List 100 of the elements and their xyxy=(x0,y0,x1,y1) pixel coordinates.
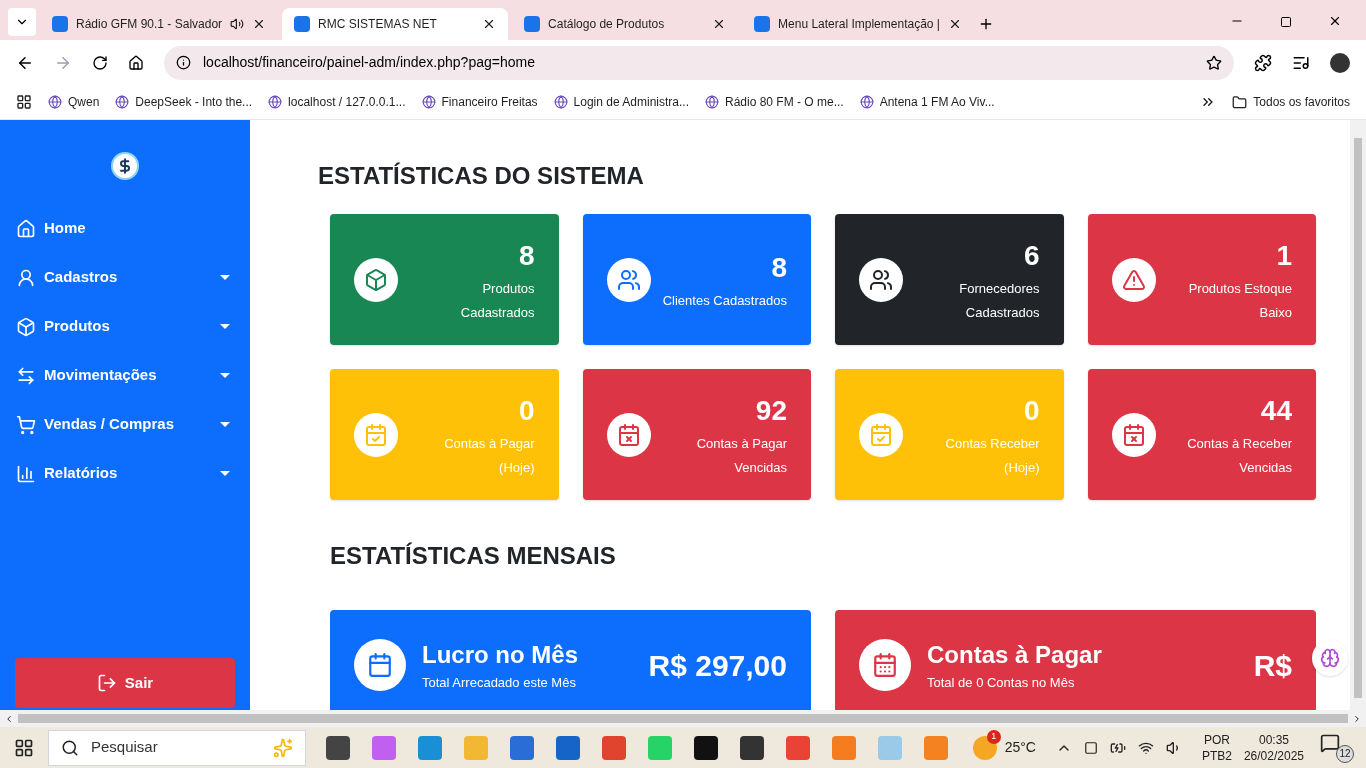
stat-value: 0 xyxy=(518,393,535,428)
sidebar-item[interactable]: Vendas / Compras xyxy=(0,400,250,449)
speaker-icon[interactable] xyxy=(230,17,245,31)
summary-title: Lucro no Mês xyxy=(422,640,579,671)
globe-icon xyxy=(859,95,874,109)
summary-subtitle: Total Arrecadado este Mês xyxy=(422,674,577,693)
tab-title: Rádio GFM 90.1 - Salvador xyxy=(76,16,223,33)
notification-count: 12 xyxy=(1336,744,1354,763)
apps-icon[interactable] xyxy=(16,94,32,110)
horizontal-scrollbar[interactable] xyxy=(0,710,1366,727)
temperature: 25°C xyxy=(1004,738,1036,757)
arrows-icon xyxy=(16,365,36,386)
summary-value: R$ 297,00 xyxy=(648,647,787,684)
sidebar-item[interactable]: Movimentações xyxy=(0,351,250,400)
clock-date[interactable]: 26/02/2025 xyxy=(1243,747,1304,764)
globe-icon xyxy=(705,95,719,109)
stat-label: Contas à Receber Vencidas xyxy=(1186,434,1292,477)
language-text[interactable]: POR xyxy=(1203,731,1230,748)
reload-icon[interactable] xyxy=(92,54,108,71)
home-icon[interactable] xyxy=(128,54,144,71)
summary-title: Contas à Pagar xyxy=(927,640,1103,671)
stat-value: 0 xyxy=(1023,393,1040,428)
browser-tab[interactable]: Rádio GFM 90.1 - Salvador xyxy=(40,8,279,40)
tab-favicon-icon xyxy=(524,16,541,32)
box-icon xyxy=(364,267,388,292)
bookmark-link[interactable]: Financeiro Freitas xyxy=(421,93,538,111)
logout-icon xyxy=(96,673,117,693)
tab-favicon-icon xyxy=(294,16,311,32)
bookmark-link[interactable]: Qwen xyxy=(48,93,100,111)
person-list-icon xyxy=(16,267,36,288)
tab-title: Catálogo de Produtos xyxy=(548,16,666,33)
logout-button[interactable]: Sair xyxy=(15,658,235,708)
clock-time[interactable]: 00:35 xyxy=(1258,731,1289,748)
summary-value: R$ xyxy=(1253,647,1292,684)
stat-label: Produtos Estoque Baixo xyxy=(1187,279,1292,322)
tab-title: Menu Lateral Implementação | xyxy=(778,16,940,33)
section-title: ESTATÍSTICAS DO SISTEMA xyxy=(318,161,645,191)
assistant-button[interactable] xyxy=(1312,640,1348,676)
stat-label: Contas à Pagar (Hoje) xyxy=(443,434,535,477)
notifications-icon[interactable] xyxy=(1320,732,1340,753)
cart-icon xyxy=(16,414,36,435)
calendar-icon xyxy=(872,652,898,678)
people-icon xyxy=(869,267,893,292)
stat-value: 8 xyxy=(518,238,535,273)
calendar-icon xyxy=(367,652,393,678)
tab-favicon-icon xyxy=(52,16,68,32)
globe-icon xyxy=(268,95,283,109)
extensions-icon[interactable] xyxy=(1254,53,1272,72)
url-text: localhost/financeiro/painel-adm/index.php?pag=home xyxy=(203,53,536,72)
browser-tab[interactable]: Catálogo de Produtos xyxy=(512,8,739,40)
warning-icon xyxy=(1121,267,1146,292)
globe-icon xyxy=(553,95,568,109)
box-icon xyxy=(16,316,36,337)
sidebar-item[interactable]: Produtos xyxy=(0,302,250,351)
stat-label: Fornecedores Cadastrados xyxy=(958,279,1040,322)
keyboard-layout-text[interactable]: PTB2 xyxy=(1201,747,1232,764)
vertical-scrollbar[interactable] xyxy=(1350,120,1366,710)
sidebar-item[interactable]: Relatórios xyxy=(0,449,250,498)
browser-tab[interactable]: RMC SISTEMAS NET xyxy=(282,8,509,40)
stat-value: 6 xyxy=(1023,238,1040,273)
stat-value: 44 xyxy=(1260,393,1292,428)
all-bookmarks-link[interactable]: Todos os favoritos xyxy=(1232,93,1350,111)
globe-icon xyxy=(115,95,130,109)
stat-label: Contas à Pagar Vencidas xyxy=(695,434,787,477)
search-icon xyxy=(61,738,79,757)
scroll-left-icon[interactable] xyxy=(4,713,14,724)
tab-title: RMC SISTEMAS NET xyxy=(318,16,438,33)
bar-chart-icon xyxy=(16,463,36,484)
calendar-check-icon xyxy=(869,422,893,447)
profile-avatar[interactable] xyxy=(1330,52,1350,73)
browser-tab[interactable]: Menu Lateral Implementação | xyxy=(742,8,974,40)
address-bar[interactable]: localhost/financeiro/painel-adm/index.php?pag=home xyxy=(164,45,1234,80)
stat-value: 1 xyxy=(1276,238,1292,273)
close-icon[interactable] xyxy=(1328,14,1342,28)
brain-icon xyxy=(1320,648,1340,668)
tab-favicon-icon xyxy=(754,16,771,32)
calendar-x-icon xyxy=(616,422,641,447)
maximize-icon[interactable] xyxy=(1280,16,1292,28)
house-icon xyxy=(16,218,36,239)
bookmark-link[interactable]: Antena 1 FM Ao Viv... xyxy=(859,93,995,111)
stat-label: Produtos Cadastrados xyxy=(459,279,535,322)
weather-badge: 1 xyxy=(986,729,1001,744)
info-icon[interactable] xyxy=(176,55,191,70)
calendar-check-icon xyxy=(364,422,388,447)
scroll-right-icon[interactable] xyxy=(1352,713,1362,724)
bookmark-link[interactable]: Login de Administra... xyxy=(553,93,689,111)
stat-value: 92 xyxy=(755,393,787,428)
sidebar-item[interactable]: Home xyxy=(0,204,250,253)
stat-label: Clientes Cadastrados xyxy=(662,291,787,310)
globe-icon xyxy=(421,95,436,109)
stat-label: Contas Receber (Hoje) xyxy=(944,434,1040,477)
bookmark-star-icon[interactable] xyxy=(1206,54,1222,71)
calendar-x-icon xyxy=(1121,422,1146,447)
sidebar-item[interactable]: Cadastros xyxy=(0,253,250,302)
taskbar-search-field[interactable]: Pesquisar xyxy=(48,729,306,766)
stat-value: 8 xyxy=(771,250,787,285)
summary-subtitle: Total de 0 Contas no Mês xyxy=(927,674,1076,693)
bookmark-link[interactable]: DeepSeek - Into the... xyxy=(115,93,253,111)
bookmark-link[interactable]: Rádio 80 FM - O me... xyxy=(705,93,844,111)
bookmark-link[interactable]: localhost / 127.0.0.1... xyxy=(268,93,406,111)
